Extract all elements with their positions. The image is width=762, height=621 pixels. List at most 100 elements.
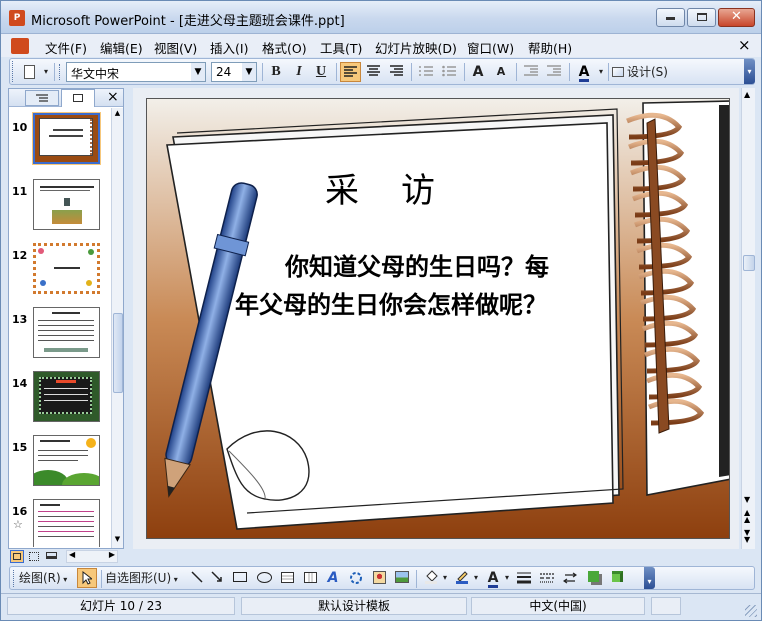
normal-view-button[interactable] [10,550,24,563]
restore-button[interactable] [687,8,716,27]
scroll-down-icon[interactable]: ▼ [113,535,122,545]
powerpoint-app-icon[interactable]: P [9,10,25,26]
scroll-left-icon[interactable]: ◀ [69,550,75,559]
drawing-toolbar-options-button[interactable]: ▾ [644,567,655,589]
drawing-font-color-button[interactable]: A [483,568,503,588]
resize-grip-icon[interactable] [745,605,757,617]
wordart-button[interactable]: A [323,568,343,588]
align-right-button[interactable] [386,62,407,82]
pane-close-button[interactable]: × [107,89,119,105]
rectangle-button[interactable] [230,568,250,588]
next-slide-icon[interactable]: ▼ ▼ [744,529,750,544]
decrease-indent-button[interactable] [520,62,541,82]
dash-style-button[interactable] [537,568,557,588]
clip-art-button[interactable] [369,568,389,588]
oval-button[interactable] [254,568,274,588]
font-size-combobox[interactable]: 24 ▼ [211,62,257,82]
slides-pane-scrollbar[interactable]: ▲ ▼ [111,108,123,548]
insert-picture-button[interactable] [392,568,412,588]
arrow-style-button[interactable] [560,568,580,588]
slide-thumbnail-13[interactable] [33,307,100,358]
grow-font-button[interactable]: A [468,62,488,82]
slide-number: 15 [12,441,28,454]
menu-edit[interactable]: 编辑(E) [100,38,143,57]
scroll-down-icon[interactable]: ▼ [744,495,750,504]
bullets-button[interactable] [438,62,459,82]
slide-vertical-scrollbar[interactable]: ▲ ▼ ▲ ▲ ▼ ▼ [741,88,755,549]
slide-thumbnail-12[interactable] [33,243,100,294]
textbox-button[interactable] [277,568,297,588]
bold-button[interactable]: B [266,62,286,82]
toolbar-grip[interactable] [59,64,64,80]
italic-button[interactable]: I [289,62,309,82]
diagram-button[interactable] [346,568,366,588]
select-objects-button[interactable] [77,568,97,588]
align-left-button[interactable] [340,62,361,82]
design-button[interactable]: 设计(S) [612,62,672,82]
scroll-up-icon[interactable]: ▲ [744,90,750,99]
slide-thumbnail-11[interactable] [33,179,100,230]
slide-body-line1[interactable]: 你知道父母的生日吗？每 [285,247,615,282]
document-icon[interactable] [11,38,29,54]
close-button[interactable]: ✕ [718,8,755,27]
close-document-button[interactable]: × [738,36,751,54]
fill-color-dropdown[interactable]: ▾ [441,568,449,588]
slide-body-line2[interactable]: 年父母的生日你会怎样做呢？ [235,285,615,320]
font-color-button[interactable]: A [573,62,595,82]
menu-insert[interactable]: 插入(I) [210,38,248,57]
menu-format[interactable]: 格式(O) [262,38,307,57]
toolbar-grip[interactable] [13,570,16,587]
design-template-status[interactable]: 默认设计模板 [241,597,467,615]
slide-thumbnail-16[interactable] [33,499,100,547]
menu-view[interactable]: 视图(V) [154,38,197,57]
diagram-icon [350,572,362,584]
toolbar-options-button[interactable]: ▾ [744,59,755,84]
slide-number: 13 [12,313,28,326]
slide-canvas[interactable]: 采 访 你知道父母的生日吗？每 年父母的生日你会怎样做呢？ [146,98,730,539]
scroll-up-icon[interactable]: ▲ [113,109,122,119]
slide-thumbnail-15[interactable] [33,435,100,486]
scrollbar-thumb[interactable] [743,255,755,271]
slide-thumbnail-10[interactable] [32,112,101,165]
font-name-combobox[interactable]: 华文中宋 ▼ [66,62,206,82]
menu-window[interactable]: 窗口(W) [467,38,514,57]
shrink-font-button[interactable]: A [491,62,511,82]
drawing-font-color-dropdown[interactable]: ▾ [503,568,511,588]
3d-style-button[interactable] [607,568,627,588]
align-center-button[interactable] [363,62,384,82]
shadow-icon [587,571,599,582]
menu-slideshow[interactable]: 幻灯片放映(D) [375,38,457,57]
slideshow-icon [46,552,57,559]
fill-color-button[interactable] [421,568,441,588]
increase-indent-button[interactable] [543,62,564,82]
menu-file[interactable]: 文件(F) [45,38,87,57]
horizontal-scrollbar[interactable]: ◀ ▶ [66,550,118,563]
scroll-right-icon[interactable]: ▶ [109,550,115,559]
new-button[interactable] [19,62,39,82]
slide-thumbnail-14[interactable] [33,371,100,422]
autoshapes-button[interactable]: 自选图形(U) ▾ [105,568,185,588]
draw-menu-button[interactable]: 绘图(R) ▾ [19,568,75,588]
underline-button[interactable]: U [311,62,331,82]
shadow-style-button[interactable] [583,568,603,588]
scrollbar-thumb[interactable] [113,313,123,393]
line-color-dropdown[interactable]: ▾ [472,568,480,588]
slideshow-view-button[interactable] [45,550,59,563]
line-color-button[interactable] [452,568,472,588]
slide-title[interactable]: 采 访 [147,163,617,212]
tab-slides[interactable] [61,89,95,107]
menu-tools[interactable]: 工具(T) [320,38,362,57]
minimize-button[interactable] [656,8,685,27]
numbering-button[interactable] [415,62,436,82]
font-color-dropdown[interactable]: ▾ [596,62,606,82]
arrow-button[interactable] [208,568,226,588]
toolbar-options-arrow[interactable]: ▾ [40,62,52,82]
line-style-button[interactable] [514,568,534,588]
slide-sorter-view-button[interactable] [28,550,42,563]
line-button[interactable] [188,568,206,588]
tab-outline[interactable] [25,90,59,106]
toolbar-grip[interactable] [12,61,15,82]
menu-help[interactable]: 帮助(H) [528,38,572,57]
previous-slide-icon[interactable]: ▲ ▲ [744,509,750,524]
vertical-textbox-button[interactable] [300,568,320,588]
